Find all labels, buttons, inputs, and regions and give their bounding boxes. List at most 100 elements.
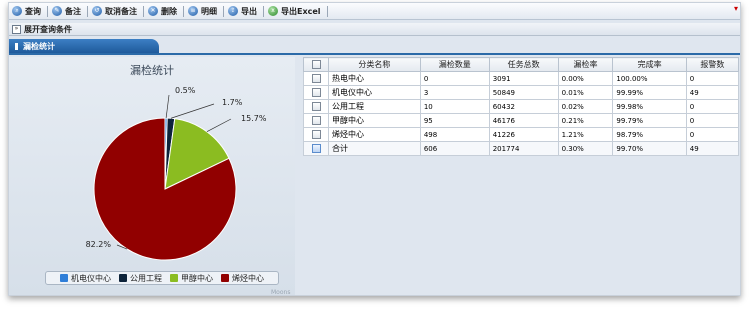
chart-watermark: Moons: [271, 289, 291, 296]
cancel-note-button-label: 取消备注: [105, 6, 137, 16]
row-select-cell: [303, 99, 329, 114]
export-excel-button[interactable]: x 导出Excel: [265, 4, 326, 18]
column-header[interactable]: 任务总数: [488, 57, 559, 72]
legend-item-xiting[interactable]: 烯烃中心: [221, 273, 264, 284]
delete-button-label: 删除: [161, 6, 177, 16]
cell-completion-rate: 99.79%: [612, 113, 687, 128]
row-checkbox[interactable]: [311, 116, 321, 125]
cell-completion-rate: 99.70%: [612, 141, 687, 156]
row-select-cell: [303, 85, 329, 100]
toolbar-divider: [263, 5, 264, 17]
export-button[interactable]: ⇪ 导出: [225, 4, 262, 18]
table-row[interactable]: 热电中心 0 3091 0.00% 100.00% 0: [303, 71, 740, 86]
cell-miss-rate: 0.30%: [557, 141, 614, 156]
toolbar-divider: [183, 5, 184, 17]
select-all-cell: [303, 57, 329, 72]
chart-legend: 机电仪中心 公用工程 甲醇中心 烯烃中心: [45, 271, 279, 285]
toolbar: ⌕ 查询 ✎ 备注 ↺ 取消备注 ✕ 删除 ≡ 明细 ⇪ 导出 x 导出Exce…: [9, 3, 740, 20]
cell-miss-rate: 0.02%: [557, 99, 614, 114]
pie-chart: 0.5% 1.7% 15.7% 82.2%: [86, 86, 267, 261]
stats-table: 分类名称 漏检数量 任务总数 漏检率 完成率 报警数 热电中心 0 3091 0…: [303, 57, 740, 156]
column-header[interactable]: 漏检率: [557, 57, 614, 72]
cell-alarms: 0: [685, 99, 740, 114]
legend-item-jidianyi[interactable]: 机电仪中心: [60, 273, 111, 284]
pie-connector-0: [165, 94, 170, 119]
pie-connector-2: [206, 118, 232, 132]
column-header[interactable]: 完成率: [612, 57, 687, 72]
note-button-label: 备注: [65, 6, 81, 16]
select-all-checkbox[interactable]: [311, 60, 321, 69]
legend-swatch: [221, 274, 229, 282]
toolbar-divider: [223, 5, 224, 17]
legend-swatch: [119, 274, 127, 282]
cell-alarms: 0: [685, 127, 740, 142]
legend-swatch: [170, 274, 178, 282]
cell-missed: 10: [419, 99, 490, 114]
detail-button[interactable]: ≡ 明细: [185, 4, 222, 18]
expand-query-conditions[interactable]: » 展开查询条件: [9, 23, 740, 36]
table-row[interactable]: 烯烃中心 498 41226 1.21% 98.79% 0: [303, 127, 740, 142]
query-bar-label: 展开查询条件: [24, 24, 72, 34]
table-row[interactable]: 机电仪中心 3 50849 0.01% 99.99% 49: [303, 85, 740, 100]
cell-total-tasks: 50849: [488, 85, 559, 100]
section-tab[interactable]: 漏检统计: [9, 39, 159, 53]
search-button-label: 查询: [25, 6, 41, 16]
note-button[interactable]: ✎ 备注: [49, 4, 86, 18]
row-checkbox[interactable]: [311, 130, 321, 139]
cell-total-tasks: 201774: [488, 141, 559, 156]
row-select-cell: [303, 71, 329, 86]
export-excel-button-label: 导出Excel: [281, 6, 321, 16]
cell-missed: 498: [419, 127, 490, 142]
row-checkbox[interactable]: [311, 144, 321, 153]
cell-missed: 3: [419, 85, 490, 100]
row-select-cell: [303, 113, 329, 128]
toolbar-overflow-icon[interactable]: ▾: [734, 4, 738, 13]
cell-total-tasks: 41226: [488, 127, 559, 142]
row-checkbox[interactable]: [311, 88, 321, 97]
column-header[interactable]: 报警数: [685, 57, 740, 72]
cell-total-tasks: 60432: [488, 99, 559, 114]
legend-label: 烯烃中心: [232, 273, 264, 283]
row-checkbox[interactable]: [311, 74, 321, 83]
cancel-note-icon: ↺: [92, 6, 102, 16]
cell-category: 机电仪中心: [328, 85, 421, 100]
cell-alarms: 49: [685, 141, 740, 156]
excel-icon: x: [268, 6, 278, 16]
cell-category: 甲醇中心: [328, 113, 421, 128]
export-icon: ⇪: [228, 6, 238, 16]
search-icon: ⌕: [12, 6, 22, 16]
column-header[interactable]: 漏检数量: [419, 57, 490, 72]
legend-label: 甲醇中心: [181, 273, 213, 283]
search-button[interactable]: ⌕ 查询: [9, 4, 46, 18]
row-checkbox[interactable]: [311, 102, 321, 111]
cancel-note-button[interactable]: ↺ 取消备注: [89, 4, 142, 18]
pie-data-label-3: 82.2%: [86, 240, 112, 249]
cell-total-tasks: 46176: [488, 113, 559, 128]
toolbar-divider: [87, 5, 88, 17]
table-row[interactable]: 甲醇中心 95 46176 0.21% 99.79% 0: [303, 113, 740, 128]
legend-item-gongyong[interactable]: 公用工程: [119, 273, 162, 284]
toolbar-divider: [143, 5, 144, 17]
cell-completion-rate: 98.79%: [612, 127, 687, 142]
pie-connector-1: [170, 103, 215, 119]
stats-table-container: 分类名称 漏检数量 任务总数 漏检率 完成率 报警数 热电中心 0 3091 0…: [303, 57, 740, 156]
delete-icon: ✕: [148, 6, 158, 16]
pie-data-label-1: 1.7%: [222, 98, 243, 107]
legend-item-jiachun[interactable]: 甲醇中心: [170, 273, 213, 284]
cell-completion-rate: 99.99%: [612, 85, 687, 100]
cell-total-tasks: 3091: [488, 71, 559, 86]
table-total-row[interactable]: 合计 606 201774 0.30% 99.70% 49: [303, 141, 740, 156]
delete-button[interactable]: ✕ 删除: [145, 4, 182, 18]
cell-category: 热电中心: [328, 71, 421, 86]
cell-alarms: 0: [685, 71, 740, 86]
cell-miss-rate: 1.21%: [557, 127, 614, 142]
toolbar-divider: [326, 5, 328, 17]
toolbar-divider: [47, 5, 48, 17]
cell-category: 烯烃中心: [328, 127, 421, 142]
cell-alarms: 0: [685, 113, 740, 128]
cell-completion-rate: 100.00%: [612, 71, 687, 86]
table-row[interactable]: 公用工程 10 60432 0.02% 99.98% 0: [303, 99, 740, 114]
column-header[interactable]: 分类名称: [328, 57, 421, 72]
section-header: 漏检统计: [9, 39, 740, 55]
cell-missed: 606: [419, 141, 490, 156]
